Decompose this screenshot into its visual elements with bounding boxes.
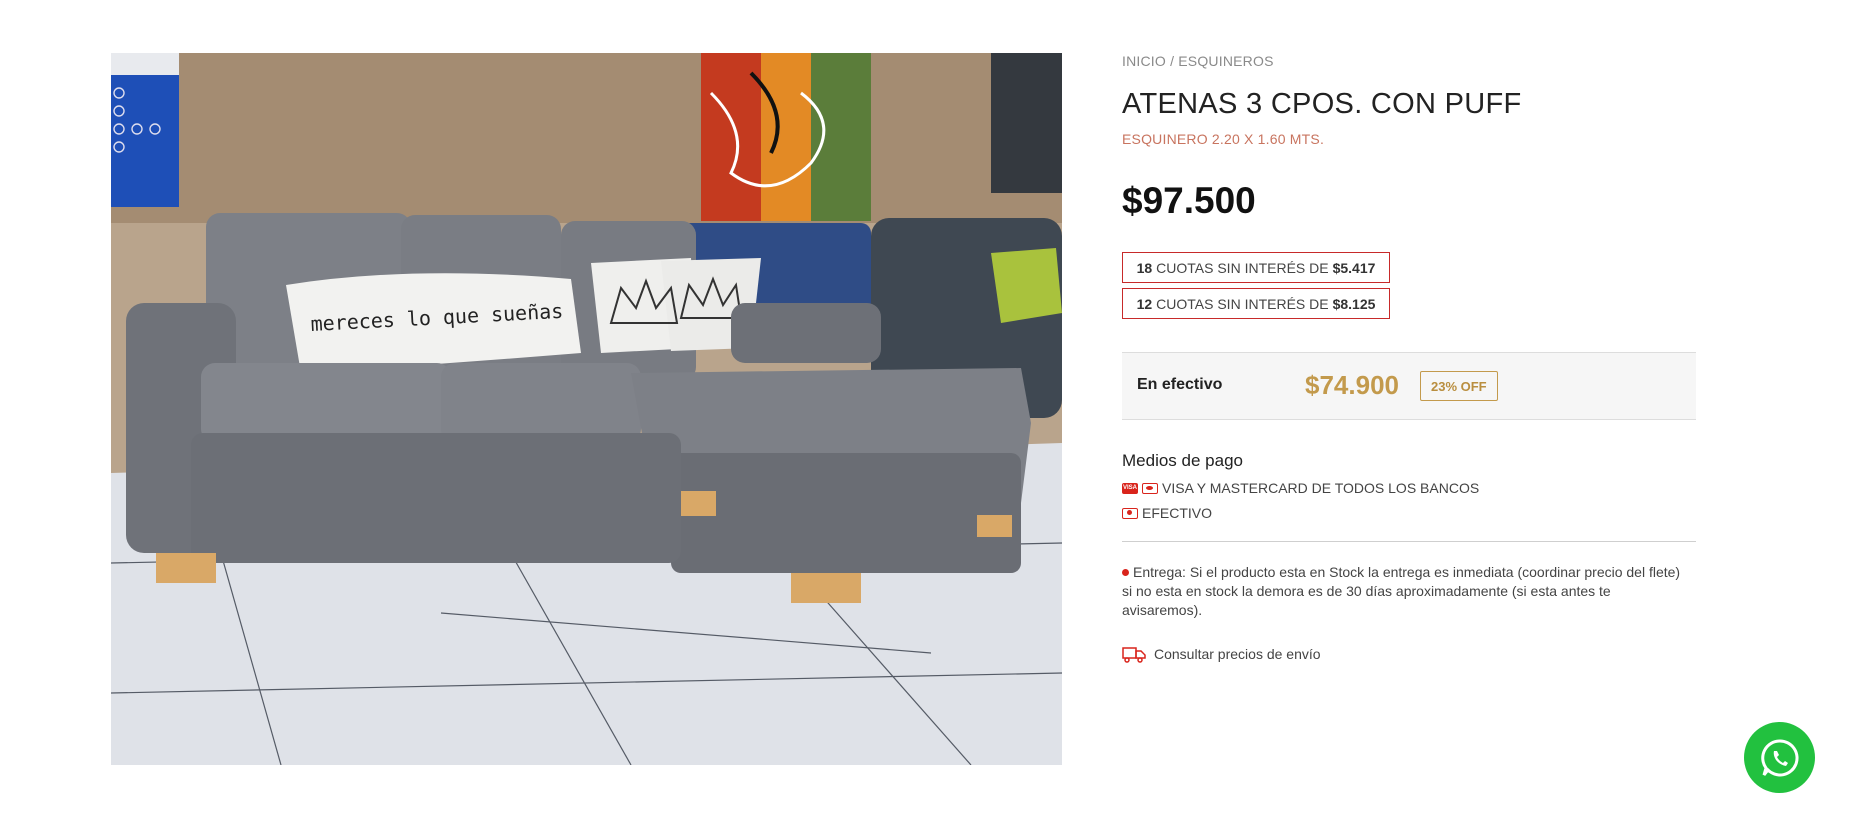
shipping-link[interactable]: Consultar precios de envío (1122, 645, 1321, 663)
cash-icon (1122, 507, 1138, 519)
product-price: $97.500 (1122, 180, 1256, 221)
installment-amount: $5.417 (1332, 259, 1376, 276)
bullet-dot-icon (1122, 569, 1129, 576)
whatsapp-button[interactable] (1744, 722, 1815, 793)
product-subtitle: ESQUINERO 2.20 X 1.60 MTS. (1122, 131, 1325, 147)
cash-label: En efectivo (1137, 376, 1223, 393)
delivery-note-text: Entrega: Si el producto esta en Stock la… (1122, 564, 1681, 618)
payment-methods-title: Medios de pago (1122, 451, 1243, 470)
payment-method-label: EFECTIVO (1142, 505, 1213, 521)
divider (1122, 541, 1696, 542)
discount-badge: 23% OFF (1420, 371, 1498, 401)
installment-option: 18 CUOTAS SIN INTERÉS DE $5.417 (1122, 252, 1390, 283)
installment-amount: $8.125 (1332, 295, 1376, 312)
installment-option: 12 CUOTAS SIN INTERÉS DE $8.125 (1122, 288, 1390, 319)
whatsapp-icon (1760, 738, 1799, 776)
installment-count: 18 (1136, 259, 1153, 276)
delivery-note: Entrega: Si el producto esta en Stock la… (1122, 563, 1682, 620)
shipping-link-label[interactable]: Consultar precios de envío (1154, 646, 1321, 662)
visa-card-icon: VISA (1122, 482, 1138, 494)
installment-label: CUOTAS SIN INTERÉS DE (1156, 295, 1329, 312)
payment-method-cash: EFECTIVO (1122, 505, 1212, 521)
credit-card-icon (1142, 482, 1158, 494)
payment-method-label: VISA Y MASTERCARD DE TODOS LOS BANCOS (1162, 480, 1480, 496)
breadcrumb-category-link[interactable]: ESQUINEROS (1178, 53, 1273, 69)
cash-price-box: En efectivo $74.900 23% OFF (1122, 352, 1696, 420)
product-image[interactable]: mereces lo que sueñas (111, 53, 1062, 765)
product-title: ATENAS 3 CPOS. CON PUFF (1122, 88, 1522, 120)
truck-icon (1122, 647, 1146, 663)
payment-method-cards: VISA VISA Y MASTERCARD DE TODOS LOS BANC… (1122, 480, 1479, 496)
breadcrumb: INICIO / ESQUINEROS (1122, 53, 1274, 69)
cash-price: $74.900 (1305, 370, 1399, 400)
installment-count: 12 (1136, 295, 1153, 312)
breadcrumb-home-link[interactable]: INICIO (1122, 53, 1166, 69)
installment-label: CUOTAS SIN INTERÉS DE (1156, 259, 1329, 276)
breadcrumb-separator: / (1170, 53, 1175, 69)
